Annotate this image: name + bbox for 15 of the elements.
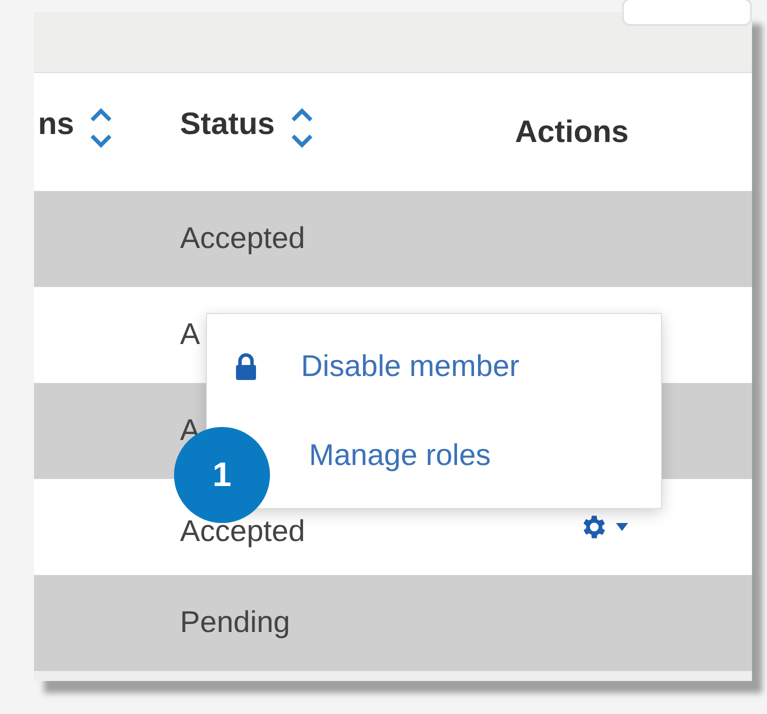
column-header-label: Actions xyxy=(515,114,629,150)
status-text: Accepted xyxy=(180,224,306,254)
lock-icon xyxy=(233,352,259,382)
column-header[interactable]: ns xyxy=(34,73,180,191)
menu-item[interactable]: Manage roles xyxy=(275,411,661,500)
menu-item[interactable]: Disable member xyxy=(207,322,661,411)
column-header[interactable]: Status xyxy=(180,73,480,191)
caret-icon[interactable] xyxy=(616,523,628,531)
status-text: Pending xyxy=(180,608,290,638)
column-header-label: ns xyxy=(38,106,74,142)
status-text: A xyxy=(180,320,200,350)
sort-icon[interactable] xyxy=(288,106,315,150)
column-header-label: Status xyxy=(180,106,275,142)
sort-icon[interactable] xyxy=(88,106,114,150)
input-field[interactable] xyxy=(622,0,752,26)
